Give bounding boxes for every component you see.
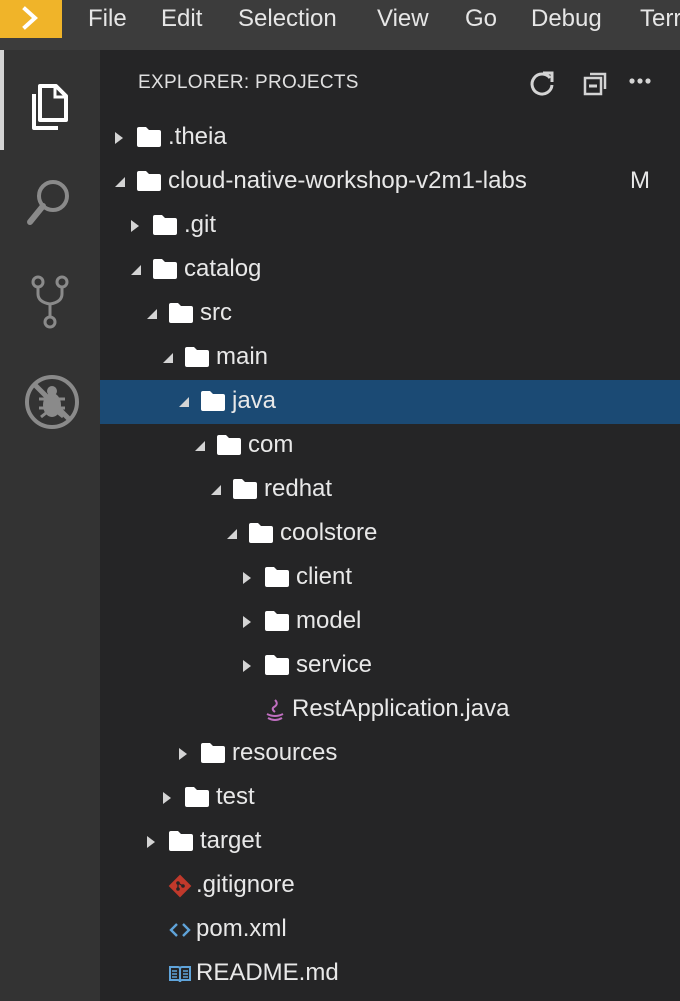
tree-file-item[interactable]: .gitignore [100, 864, 680, 908]
chevron-right-icon[interactable] [114, 131, 124, 150]
app-logo[interactable] [0, 0, 62, 38]
chevron-down-icon[interactable] [210, 483, 222, 501]
tree-item-label: .gitignore [196, 871, 295, 898]
refresh-icon[interactable] [528, 68, 556, 98]
chevron-right-icon[interactable] [242, 571, 252, 590]
tree-folder-item[interactable]: catalog [100, 248, 680, 292]
tree-folder-item[interactable]: coolstore [100, 512, 680, 556]
chevron-right-icon[interactable] [242, 659, 252, 678]
folder-icon [184, 346, 210, 373]
markdown-book-icon [168, 962, 192, 991]
explorer-panel: EXPLORER: PROJECTS .theia cloud-native-wo… [100, 50, 680, 1001]
menu-debug[interactable]: Debug [531, 5, 602, 33]
tree-folder-item[interactable]: client [100, 556, 680, 600]
menu-file[interactable]: File [88, 5, 127, 33]
menu-go[interactable]: Go [465, 5, 497, 33]
menu-terminal[interactable]: Terr [640, 5, 680, 33]
folder-icon [264, 610, 290, 637]
tree-item-label: client [296, 563, 353, 590]
tree-item-label: java [232, 387, 277, 414]
tree-item-label: com [248, 431, 294, 458]
collapse-all-icon[interactable] [582, 68, 610, 98]
tree-item-label: pom.xml [196, 915, 287, 942]
folder-icon [152, 214, 178, 241]
explorer-title: EXPLORER: PROJECTS [138, 72, 359, 93]
tree-item-label: .theia [168, 123, 227, 150]
tree-item-label: RestApplication.java [292, 695, 510, 722]
tree-file-item[interactable]: README.md [100, 952, 680, 996]
tree-item-label: .git [184, 211, 217, 238]
tree-folder-item[interactable]: cloud-native-workshop-v2m1-labs M [100, 160, 680, 204]
source-control-icon[interactable] [22, 272, 78, 332]
menu-bar: File Edit Selection View Go Debug Terr [0, 0, 680, 50]
folder-icon [152, 258, 178, 285]
tree-folder-item[interactable]: java [100, 380, 680, 424]
menu-edit[interactable]: Edit [161, 5, 202, 33]
chevron-down-icon[interactable] [114, 175, 126, 193]
menu-view[interactable]: View [377, 5, 429, 33]
activity-bar [0, 50, 100, 1001]
tree-folder-item[interactable]: src [100, 292, 680, 336]
search-icon[interactable] [22, 174, 78, 230]
tree-file-item[interactable]: RestApplication.java [100, 688, 680, 732]
tree-item-label: service [296, 651, 373, 678]
tree-folder-item[interactable]: .git [100, 204, 680, 248]
files-icon[interactable] [22, 78, 78, 134]
folder-icon [248, 522, 274, 549]
java-icon [264, 698, 286, 729]
tree-item-label: model [296, 607, 362, 634]
git-status-badge: M [630, 167, 650, 194]
chevron-down-icon[interactable] [162, 351, 174, 369]
folder-icon [136, 126, 162, 153]
tree-folder-item[interactable]: target [100, 820, 680, 864]
chevron-right-icon[interactable] [146, 835, 156, 854]
active-indicator [0, 50, 4, 150]
folder-icon [264, 654, 290, 681]
xml-code-icon [168, 918, 192, 947]
tree-item-label: coolstore [280, 519, 378, 546]
folder-icon [168, 830, 194, 857]
chevron-down-icon[interactable] [146, 307, 158, 325]
tree-folder-item[interactable]: model [100, 600, 680, 644]
tree-item-label: README.md [196, 959, 339, 986]
debug-icon[interactable] [22, 372, 82, 432]
tree-folder-item[interactable]: redhat [100, 468, 680, 512]
tree-item-label: resources [232, 739, 338, 766]
folder-icon [168, 302, 194, 329]
tree-item-label: catalog [184, 255, 262, 282]
tree-folder-item[interactable]: .theia [100, 116, 680, 160]
chevron-right-icon [22, 6, 38, 30]
tree-item-label: main [216, 343, 269, 370]
chevron-right-icon[interactable] [162, 791, 172, 810]
chevron-down-icon[interactable] [194, 439, 206, 457]
tree-folder-item[interactable]: resources [100, 732, 680, 776]
folder-icon [184, 786, 210, 813]
chevron-down-icon[interactable] [178, 395, 190, 413]
tree-folder-item[interactable]: main [100, 336, 680, 380]
git-icon [168, 874, 192, 903]
chevron-down-icon[interactable] [130, 263, 142, 281]
menu-selection[interactable]: Selection [238, 5, 337, 33]
folder-icon [200, 390, 226, 417]
more-icon[interactable] [628, 68, 654, 98]
tree-item-label: cloud-native-workshop-v2m1-labs [168, 167, 527, 194]
chevron-down-icon[interactable] [226, 527, 238, 545]
chevron-right-icon[interactable] [130, 219, 140, 238]
folder-icon [264, 566, 290, 593]
tree-folder-item[interactable]: service [100, 644, 680, 688]
folder-icon [136, 170, 162, 197]
tree-item-label: test [216, 783, 255, 810]
tree-item-label: target [200, 827, 262, 854]
folder-icon [232, 478, 258, 505]
chevron-right-icon[interactable] [178, 747, 188, 766]
chevron-right-icon[interactable] [242, 615, 252, 634]
tree-item-label: redhat [264, 475, 333, 502]
folder-icon [200, 742, 226, 769]
tree-folder-item[interactable]: com [100, 424, 680, 468]
folder-icon [216, 434, 242, 461]
tree-folder-item[interactable]: test [100, 776, 680, 820]
tree-file-item[interactable]: pom.xml [100, 908, 680, 952]
tree-item-label: src [200, 299, 232, 326]
